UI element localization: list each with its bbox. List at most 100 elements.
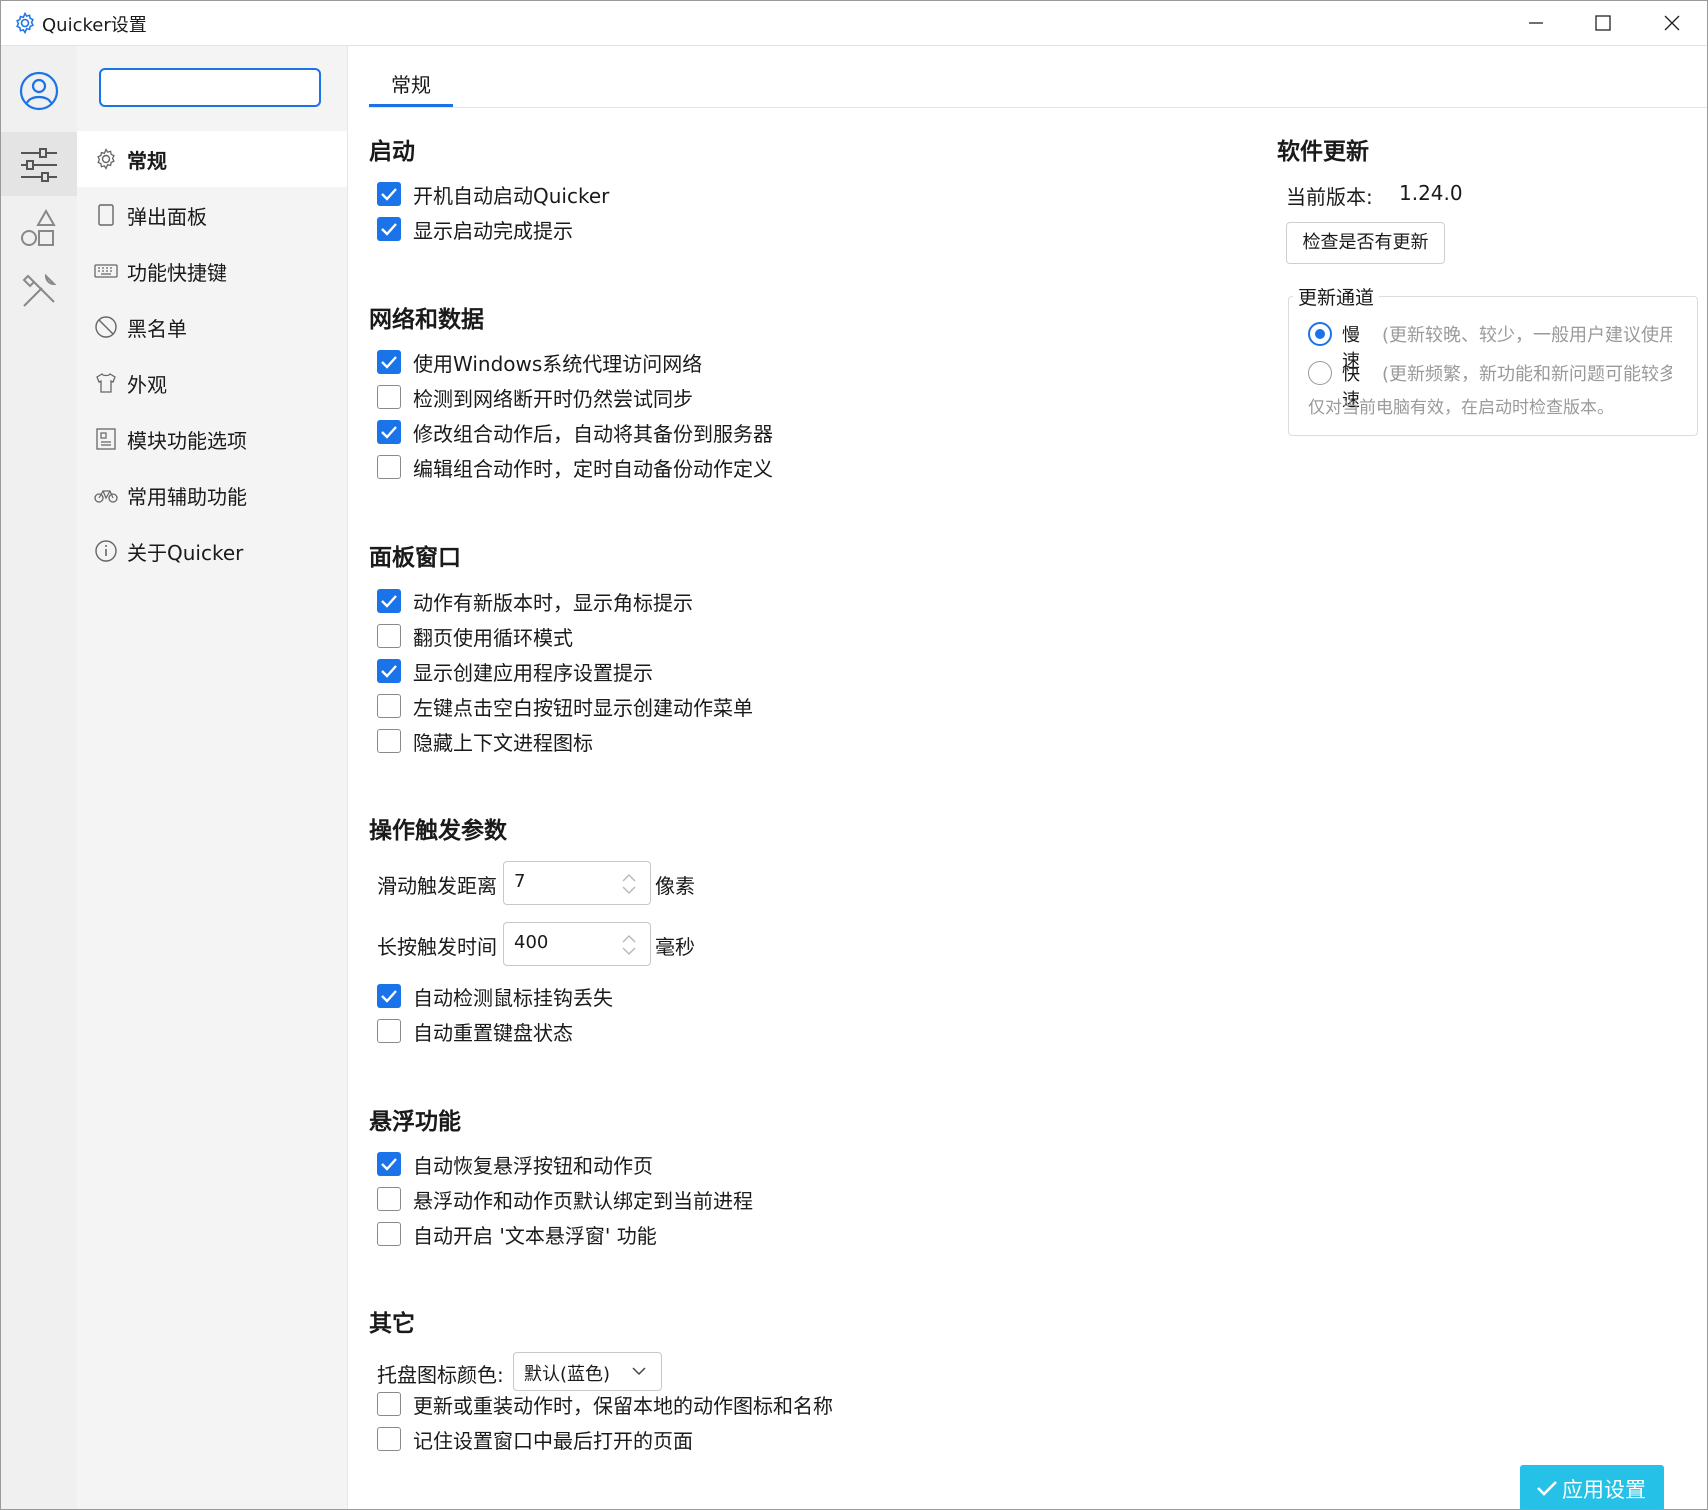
- user-icon: [19, 71, 59, 111]
- bike-icon: [94, 490, 118, 503]
- checkbox-unchecked-icon: [377, 729, 401, 753]
- radio-unselected-icon: [1308, 361, 1332, 385]
- nav-item-label: 外观: [127, 373, 167, 397]
- checkbox-checked-icon: [377, 659, 401, 683]
- nav-item-general[interactable]: 常规: [77, 131, 347, 187]
- checkbox-checked-icon: [377, 984, 401, 1008]
- rail-shapes[interactable]: [1, 196, 77, 260]
- checkbox-checked-icon: [377, 420, 401, 444]
- checkbox-unchecked-icon: [377, 455, 401, 479]
- tab-general[interactable]: 常规: [369, 57, 454, 107]
- tab-label: 常规: [391, 73, 431, 97]
- checkbox-label: 检测到网络断开时仍然尝试同步: [413, 387, 693, 411]
- panel-icon: [98, 204, 114, 226]
- nav-item-appearance[interactable]: 外观: [77, 355, 347, 411]
- checkbox-label: 动作有新版本时，显示角标提示: [413, 591, 693, 615]
- nav-item-hotkeys[interactable]: 功能快捷键: [77, 243, 347, 299]
- maximize-icon: [1595, 15, 1611, 31]
- keyboard-icon: [94, 264, 118, 278]
- long-press-unit: 毫秒: [655, 935, 695, 959]
- tray-color-select[interactable]: 默认(蓝色): [513, 1352, 662, 1391]
- long-press-label: 长按触发时间: [377, 935, 497, 959]
- long-press-spinner[interactable]: 400: [503, 922, 651, 966]
- close-button[interactable]: [1637, 1, 1707, 45]
- nav-item-module-options[interactable]: 模块功能选项: [77, 411, 347, 467]
- spinner-value: 400: [514, 932, 549, 953]
- radio-description: (更新频繁，新功能和新问题可能较多: [1382, 364, 1672, 385]
- checkbox-label: 修改组合动作后，自动将其备份到服务器: [413, 422, 773, 446]
- checkbox-label: 自动检测鼠标挂钩丢失: [413, 986, 613, 1010]
- icon-rail: [1, 46, 77, 1509]
- checkbox-label: 更新或重装动作时，保留本地的动作图标和名称: [413, 1394, 833, 1418]
- info-icon: [95, 540, 117, 562]
- nav-item-label: 弹出面板: [127, 205, 207, 229]
- nav-item-label: 模块功能选项: [127, 429, 247, 453]
- window-title: Quicker设置: [42, 15, 147, 36]
- checkbox-unchecked-icon: [377, 694, 401, 718]
- tools-icon: [22, 273, 57, 307]
- nav-item-label: 功能快捷键: [127, 261, 227, 285]
- shapes-icon: [21, 208, 56, 246]
- check-icon: [1537, 1481, 1557, 1496]
- nav-item-blacklist[interactable]: 黑名单: [77, 299, 347, 355]
- search-input[interactable]: [99, 68, 321, 107]
- spinner-value: 7: [514, 871, 526, 892]
- version-value: 1.24.0: [1399, 181, 1463, 205]
- chevron-down-icon: [632, 1367, 646, 1376]
- select-value: 默认(蓝色): [524, 1364, 611, 1385]
- checkbox-checked-icon: [377, 182, 401, 206]
- rail-user[interactable]: [1, 58, 77, 122]
- section-title-other: 其它: [369, 1311, 415, 1337]
- checkbox-unchecked-icon: [377, 1187, 401, 1211]
- gear-icon: [97, 148, 115, 170]
- checkbox-unchecked-icon: [377, 624, 401, 648]
- nav-item-popup-panel[interactable]: 弹出面板: [77, 187, 347, 243]
- checkbox-unchecked-icon: [377, 1392, 401, 1416]
- apply-settings-button[interactable]: 应用设置: [1520, 1465, 1664, 1509]
- section-title-update: 软件更新: [1277, 139, 1369, 165]
- nav-item-label: 常用辅助功能: [127, 485, 247, 509]
- checkbox-unchecked-icon: [377, 1019, 401, 1043]
- checkbox-checked-icon: [377, 1152, 401, 1176]
- nav-item-label: 常规: [127, 149, 167, 173]
- nav-item-label: 黑名单: [127, 317, 187, 341]
- checkbox-unchecked-icon: [377, 1427, 401, 1451]
- checkbox-unchecked-icon: [377, 1222, 401, 1246]
- block-icon: [95, 316, 117, 338]
- update-channel-title: 更新通道: [1293, 283, 1380, 310]
- checkbox-label: 编辑组合动作时，定时自动备份动作定义: [413, 457, 773, 481]
- section-title-trigger: 操作触发参数: [369, 818, 507, 844]
- nav-item-about[interactable]: 关于Quicker: [77, 523, 347, 579]
- swipe-distance-spinner[interactable]: 7: [503, 861, 651, 905]
- checkbox-checked-icon: [377, 217, 401, 241]
- nav-item-assist-features[interactable]: 常用辅助功能: [77, 467, 347, 523]
- section-title-panel: 面板窗口: [369, 545, 461, 571]
- sliders-icon: [21, 148, 57, 182]
- section-title-floating: 悬浮功能: [369, 1109, 461, 1135]
- tab-divider: [369, 107, 1707, 108]
- settings-window: Quicker设置 常规 弹出面板 功能快捷键 黑名单 外观 模块功能选项 常用…: [0, 0, 1708, 1510]
- rail-settings[interactable]: [1, 132, 77, 196]
- checkbox-label: 自动重置键盘状态: [413, 1021, 573, 1045]
- version-label: 当前版本:: [1286, 185, 1373, 209]
- checkbox-label: 悬浮动作和动作页默认绑定到当前进程: [413, 1189, 753, 1213]
- spinner-arrows-icon[interactable]: [620, 872, 638, 896]
- checkbox-label: 翻页使用循环模式: [413, 626, 573, 650]
- minimize-button[interactable]: [1501, 1, 1571, 45]
- nav-item-label: 关于Quicker: [127, 541, 244, 565]
- radio-description: (更新较晚、较少，一般用户建议使用: [1382, 325, 1672, 346]
- maximize-button[interactable]: [1567, 1, 1637, 45]
- spinner-arrows-icon[interactable]: [620, 933, 638, 957]
- rail-tools[interactable]: [1, 258, 77, 322]
- title-bar: Quicker设置: [1, 1, 1707, 46]
- checkbox-label: 显示启动完成提示: [413, 219, 573, 243]
- check-update-button[interactable]: 检查是否有更新: [1286, 222, 1445, 264]
- swipe-distance-unit: 像素: [655, 874, 695, 898]
- radio-selected-icon: [1308, 322, 1332, 346]
- apply-label: 应用设置: [1562, 1478, 1646, 1502]
- swipe-distance-label: 滑动触发距离: [377, 874, 497, 898]
- checkbox-checked-icon: [377, 350, 401, 374]
- checkbox-label: 使用Windows系统代理访问网络: [413, 352, 703, 376]
- module-icon: [96, 428, 116, 450]
- checkbox-unchecked-icon: [377, 385, 401, 409]
